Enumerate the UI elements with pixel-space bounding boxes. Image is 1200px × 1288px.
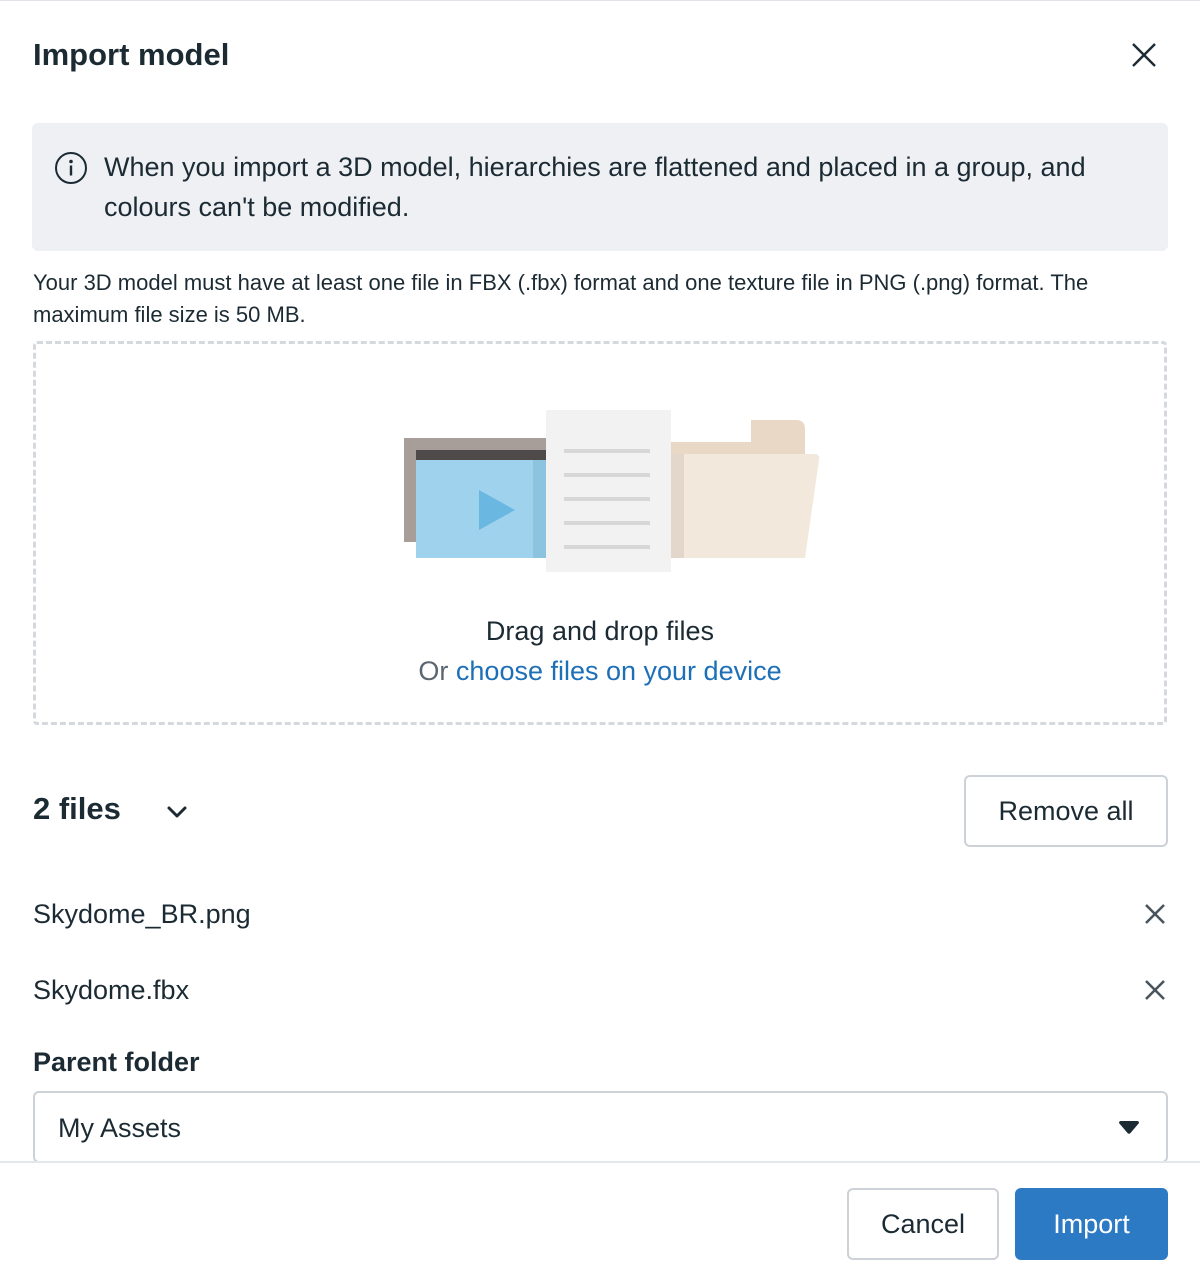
files-illustration [404, 410, 820, 572]
parent-folder-select[interactable]: My Assets [33, 1091, 1168, 1163]
close-icon [1132, 43, 1156, 67]
file-requirements-text: Your 3D model must have at least one fil… [33, 270, 1089, 327]
chevron-down-icon[interactable] [160, 795, 194, 829]
choose-files-link[interactable]: choose files on your device [456, 656, 782, 686]
remove-all-button[interactable]: Remove all [964, 775, 1168, 847]
dropzone-subtitle: Or choose files on your device [36, 656, 1164, 687]
dialog-title: Import model [33, 37, 230, 72]
parent-folder-value: My Assets [58, 1113, 182, 1143]
info-banner: When you import a 3D model, hierarchies … [32, 123, 1168, 251]
file-name: Skydome.fbx [33, 975, 190, 1005]
files-count-header: 2 files [33, 791, 121, 826]
file-dropzone[interactable]: Drag and drop files Or choose files on y… [33, 341, 1167, 725]
close-icon[interactable] [1142, 901, 1168, 927]
import-button[interactable]: Import [1015, 1188, 1168, 1260]
file-name: Skydome_BR.png [33, 899, 251, 929]
info-text: When you import a 3D model, hierarchies … [104, 152, 1086, 222]
import-model-dialog: Import model When you import a 3D model,… [0, 0, 1200, 1288]
dropzone-title: Drag and drop files [485, 616, 715, 646]
dialog-footer: Cancel Import [0, 1161, 1200, 1288]
caret-down-icon [1119, 1121, 1139, 1134]
cancel-button[interactable]: Cancel [847, 1188, 999, 1260]
file-list-item: Skydome_BR.png [33, 899, 1168, 939]
close-dialog-button[interactable] [1124, 35, 1164, 75]
file-list-item: Skydome.fbx [33, 975, 1168, 1015]
close-icon[interactable] [1142, 977, 1168, 1003]
dropzone-prefix: Or [418, 656, 456, 686]
info-icon [55, 152, 87, 184]
parent-folder-label: Parent folder [33, 1047, 200, 1077]
